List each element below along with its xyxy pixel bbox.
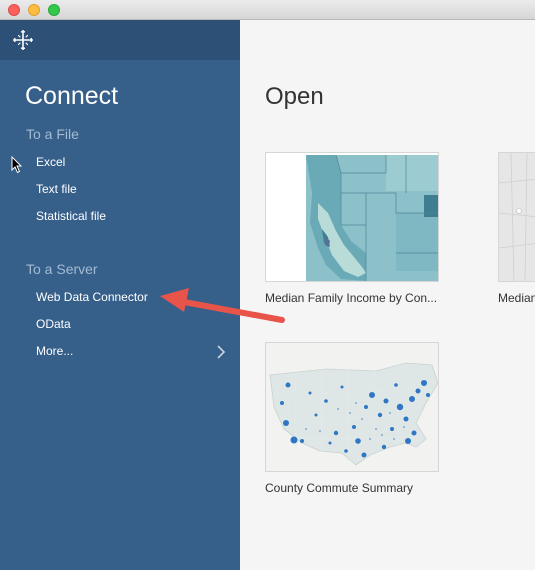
grey-map-icon xyxy=(499,153,535,281)
chevron-right-icon xyxy=(217,345,226,359)
mouse-pointer-icon xyxy=(11,156,23,174)
us-bubble-map-icon xyxy=(266,343,438,471)
to-a-server-label: To a Server xyxy=(26,261,98,277)
workbook-thumbnail xyxy=(498,152,535,282)
connect-title: Connect xyxy=(25,82,119,110)
more-label: More... xyxy=(36,344,74,358)
connector-statistical-file[interactable]: Statistical file xyxy=(36,209,106,223)
workbook-label: County Commute Summary xyxy=(265,481,414,495)
connect-sidebar: Connect To a File Excel Text file Statis… xyxy=(0,20,240,570)
connector-odata[interactable]: OData xyxy=(36,317,71,331)
workbook-label: Median xyxy=(498,291,535,305)
open-title: Open xyxy=(265,83,324,110)
workbook-thumbnail xyxy=(265,152,439,282)
minimize-window-button[interactable] xyxy=(28,4,40,16)
workbook-label: Median Family Income by Con... xyxy=(265,291,438,305)
us-west-choropleth-map-icon xyxy=(266,153,438,281)
connector-web-data-connector[interactable]: Web Data Connector xyxy=(36,290,148,304)
zoom-window-button[interactable] xyxy=(48,4,60,16)
to-a-file-label: To a File xyxy=(26,126,79,142)
tableau-logo-icon[interactable] xyxy=(13,30,33,50)
connector-text-file[interactable]: Text file xyxy=(36,182,77,196)
connector-excel[interactable]: Excel xyxy=(36,155,65,169)
connector-more[interactable]: More... xyxy=(36,344,230,360)
close-window-button[interactable] xyxy=(8,4,20,16)
workbook-thumbnail xyxy=(265,342,439,472)
window-titlebar xyxy=(0,0,535,20)
sidebar-header xyxy=(0,20,240,60)
open-panel: Open Median Family Income by Con... Medi… xyxy=(240,20,535,570)
